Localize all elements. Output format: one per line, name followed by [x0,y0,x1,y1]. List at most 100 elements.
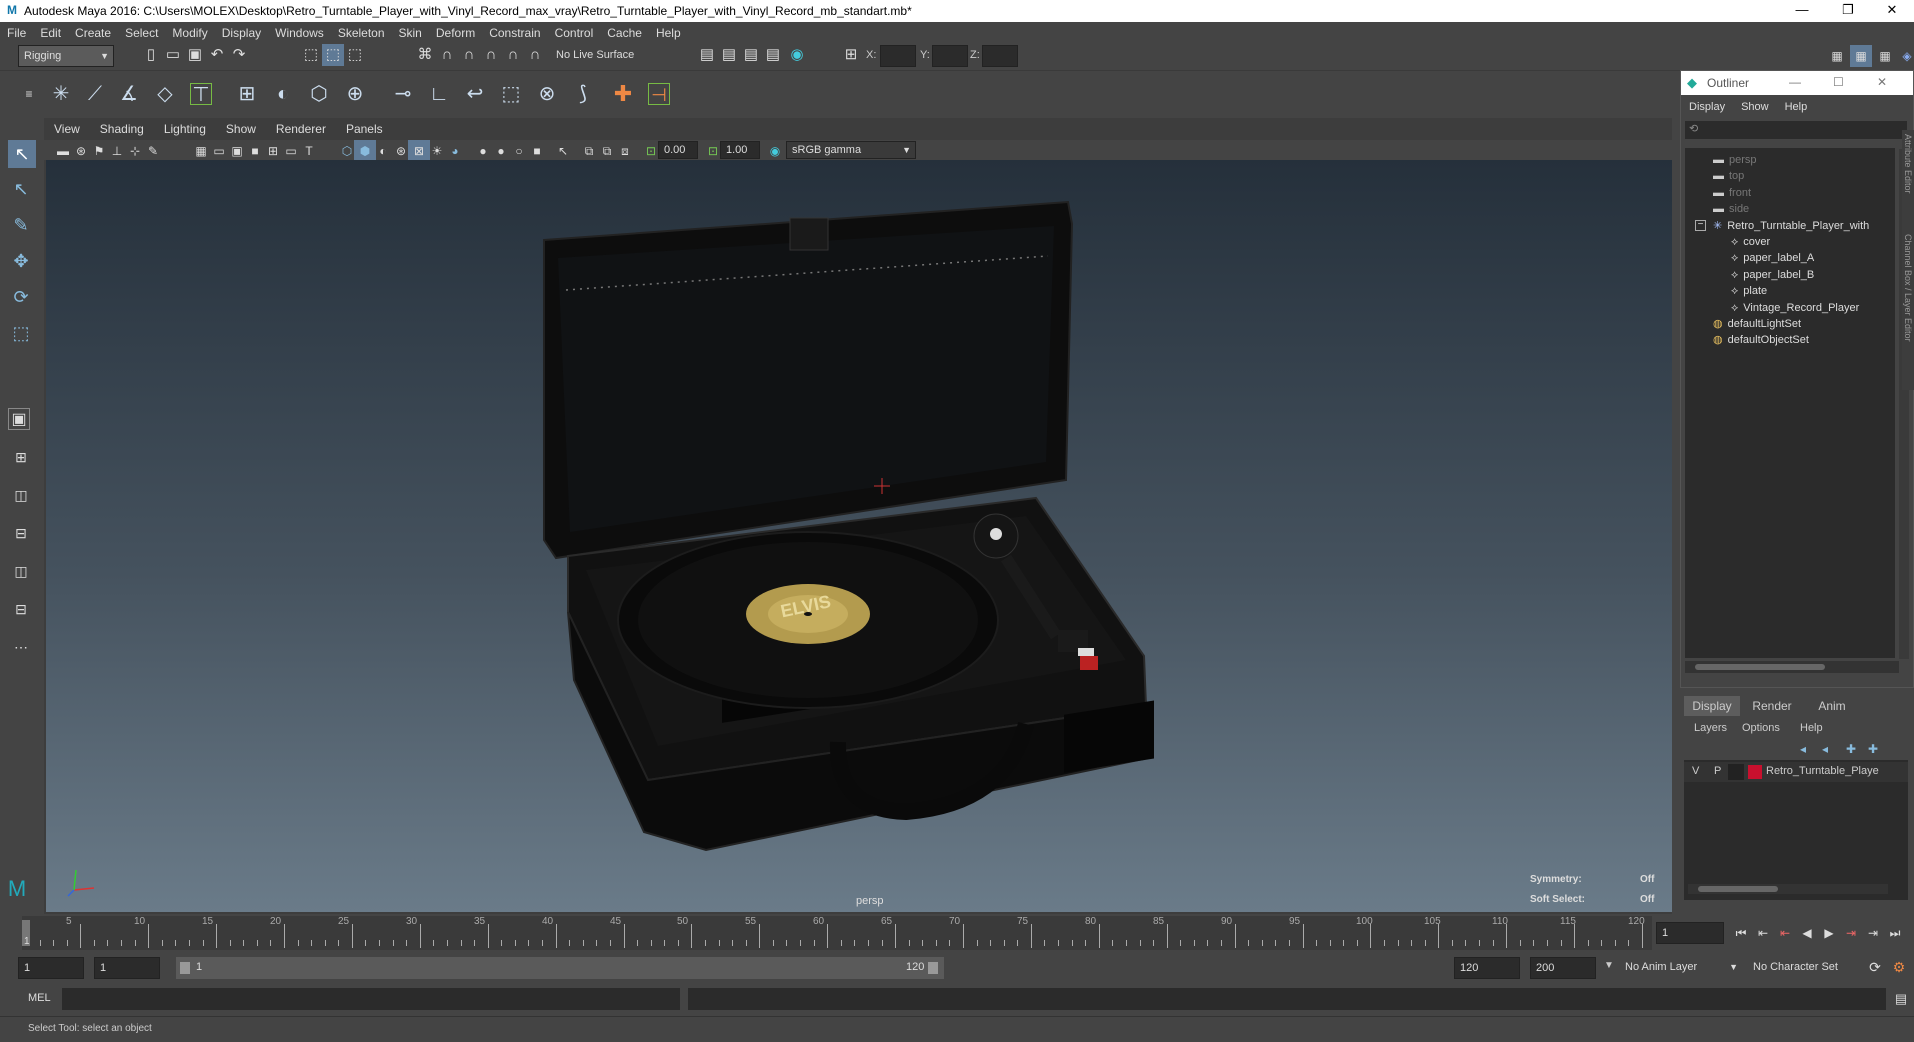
point-constraint-icon[interactable]: ⊸ [392,83,414,105]
save-scene-icon[interactable]: ▣ [184,44,206,66]
time-slider-track[interactable]: 5 10 15 20 25 30 35 40 45 50 55 60 65 70 75 80 85 90 95 100… [22,916,1652,950]
command-input[interactable] [62,988,680,1010]
persp-graph-icon[interactable]: ◫ [10,560,32,582]
script-language-toggle[interactable]: MEL [28,992,51,1004]
select-object-icon[interactable]: ⬚ [322,44,344,66]
outliner-maximize-button[interactable]: ☐ [1833,75,1844,89]
auto-key-icon[interactable]: ⟳ [1864,956,1886,978]
minimize-button[interactable]: — [1780,0,1824,22]
toggle-attribute-editor-icon[interactable]: ▦ [1874,45,1896,67]
undo-icon[interactable]: ↶ [206,44,228,66]
new-layer-icon[interactable]: ✚ [1846,742,1856,756]
play-backward-icon[interactable]: ◀ [1796,922,1818,944]
tab-anim[interactable]: Anim [1804,696,1860,716]
transform-mode-icon[interactable]: ⊞ [840,44,862,66]
view-transform-dropdown[interactable]: sRGB gamma ▼ [786,141,916,159]
render-settings-icon[interactable]: ▤ [762,44,784,66]
safe-title-icon[interactable]: T [298,140,320,162]
tab-display[interactable]: Display [1684,696,1740,716]
nonlinear-icon[interactable]: ◐ [272,83,294,105]
joint-tool-icon[interactable]: ✳ [50,83,72,105]
tab-render[interactable]: Render [1744,696,1800,716]
anim-layer-dropdown[interactable]: No Anim Layer ▼ [1620,957,1742,979]
backface-icon[interactable]: ⧈ [614,140,636,162]
render-frame-icon[interactable]: ▤ [718,44,740,66]
collapse-icon[interactable]: − [1695,219,1706,231]
step-forward-key-icon[interactable]: ⇥ [1862,922,1884,944]
outliner-minimize-button[interactable]: — [1789,75,1801,89]
wrap-icon[interactable]: ⬡ [308,83,330,105]
redo-icon[interactable]: ↷ [228,44,250,66]
grease-pencil-icon[interactable]: ✎ [142,140,164,162]
ik-handle-icon[interactable]: ⟋ [84,83,106,105]
locator-icon[interactable]: ✚ [612,83,634,105]
select-tool-icon[interactable]: ↖ [8,140,36,168]
go-to-start-icon[interactable]: ⏮ [1730,922,1752,944]
range-slider[interactable]: 1 120 [176,957,944,979]
open-scene-icon[interactable]: ▭ [162,44,184,66]
y-field[interactable] [932,45,968,67]
viewport-menu-shading[interactable]: Shading [90,122,154,136]
snap-view-icon[interactable]: ∩ [480,44,502,66]
toggle-channel-box-icon[interactable]: ◈ [1896,45,1914,67]
viewport-3d[interactable]: ELVIS persp Symmetry: Off Soft Select: O… [46,160,1672,912]
play-forward-icon[interactable]: ▶ [1818,922,1840,944]
menu-control[interactable]: Control [548,26,601,40]
color-management-icon[interactable]: ◉ [764,140,786,162]
snap-point-icon[interactable]: ∩ [458,44,480,66]
move-tool-icon[interactable]: ✥ [10,250,32,272]
snap-curve-icon[interactable]: ∩ [436,44,458,66]
step-forward-frame-icon[interactable]: ⇥ [1840,922,1862,944]
viewport-menu-view[interactable]: View [44,122,90,136]
menu-deform[interactable]: Deform [429,26,482,40]
animation-end-field[interactable]: 200 [1530,957,1596,979]
menu-cache[interactable]: Cache [600,26,649,40]
ambient-occlusion-icon[interactable]: ◕ [444,140,466,162]
step-back-frame-icon[interactable]: ⇤ [1774,922,1796,944]
live-surface-label[interactable]: No Live Surface [556,49,634,61]
hypershade-layout-icon[interactable]: ⊟ [10,598,32,620]
outliner-close-button[interactable]: ✕ [1877,75,1887,89]
range-start-handle[interactable] [180,962,190,974]
xray-icon[interactable]: ↖ [552,140,574,162]
outliner-hscrollbar[interactable] [1685,661,1899,673]
snap-grid-icon[interactable]: ⌘ [414,44,436,66]
preferences-icon[interactable]: ⚙ [1888,956,1910,978]
attribute-editor-tab[interactable]: Attribute Editor [1903,134,1913,194]
move-layer-up-icon[interactable]: ◂ [1800,742,1806,756]
animation-start-field[interactable]: 1 [18,957,84,979]
scale-tool-icon[interactable]: ⬚ [10,322,32,344]
time-slider[interactable]: 5 10 15 20 25 30 35 40 45 50 55 60 65 70 75 80 85 90 95 100… [0,914,1914,954]
lattice-icon[interactable]: ⊤ [190,83,212,106]
chevron-down-icon[interactable]: ▼ [1604,960,1614,971]
viewport-menu-lighting[interactable]: Lighting [154,122,216,136]
rotate-tool-icon[interactable]: ⟳ [10,286,32,308]
layer-color-swatch[interactable] [1748,765,1762,779]
character-set-dropdown[interactable]: No Character Set [1748,957,1862,979]
ipr-render-icon[interactable]: ▤ [740,44,762,66]
layout-more-icon[interactable]: ⋯ [10,636,32,658]
select-hierarchy-icon[interactable]: ⬚ [300,44,322,66]
viewport-menu-renderer[interactable]: Renderer [266,122,336,136]
wire-icon[interactable]: ⊕ [344,83,366,105]
channel-box-tab[interactable]: Channel Box / Layer Editor [1903,234,1913,342]
menu-display[interactable]: Display [215,26,268,40]
single-view-icon[interactable]: ▣ [8,408,30,430]
move-layer-down-icon[interactable]: ◂ [1822,742,1828,756]
script-editor-icon[interactable]: ▤ [1890,988,1912,1010]
x-field[interactable] [880,45,916,67]
gamma-field[interactable]: 1.00 [720,141,760,159]
exposure-field[interactable]: 0.00 [658,141,698,159]
playback-end-field[interactable]: 120 [1454,957,1520,979]
menu-edit[interactable]: Edit [33,26,68,40]
parent-constraint-icon[interactable]: ⊗ [536,83,558,105]
set-driven-key-icon[interactable]: ⊣ [648,83,670,105]
step-back-key-icon[interactable]: ⇤ [1752,922,1774,944]
layer-visibility-toggle[interactable]: V [1692,765,1699,777]
pole-vector-icon[interactable]: ⟆ [572,83,594,105]
hypershade-icon[interactable]: ◉ [786,44,808,66]
new-scene-icon[interactable]: ▯ [140,44,162,66]
layer-row[interactable]: V P Retro_Turntable_Playe [1684,762,1908,782]
select-component-icon[interactable]: ⬚ [344,44,366,66]
lasso-tool-icon[interactable]: ↖ [10,178,32,200]
